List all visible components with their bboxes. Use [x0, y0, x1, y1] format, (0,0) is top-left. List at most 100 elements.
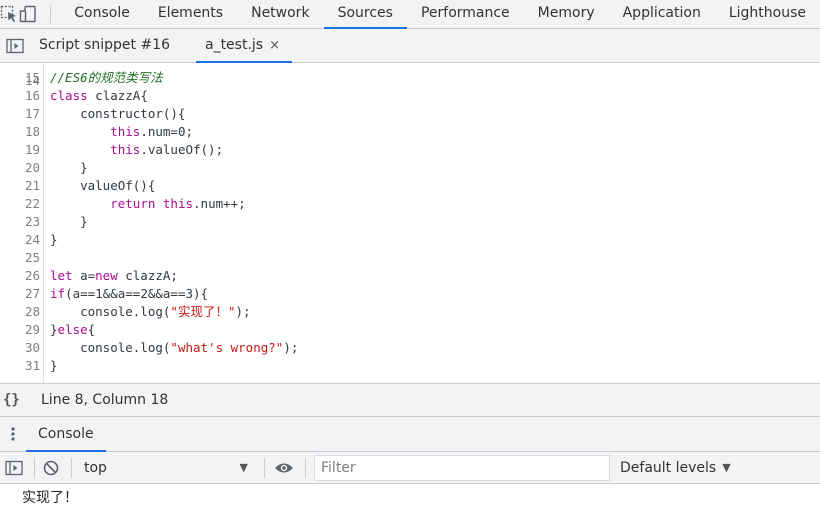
code-token: this — [110, 124, 141, 139]
code-line: 17 constructor(){ — [0, 105, 820, 123]
tab-console[interactable]: Console — [60, 0, 144, 28]
code-token: } — [50, 160, 88, 175]
tab-network[interactable]: Network — [237, 0, 323, 28]
cursor-position: Line 8, Column 18 — [41, 392, 169, 408]
code-text: console.log("实现了！"); — [50, 303, 250, 321]
live-expression-button[interactable] — [271, 456, 297, 480]
code-token: if — [50, 286, 66, 301]
code-text: } — [50, 159, 88, 177]
drawer-tab-console[interactable]: Console — [26, 417, 106, 452]
code-line: 27 if(a==1&&a==2&&a==3){ — [0, 285, 820, 303]
code-line: 23 } — [0, 213, 820, 231]
line-number[interactable]: 27 — [0, 285, 40, 303]
code-line: 20 } — [0, 159, 820, 177]
code-line: 31} — [0, 357, 820, 375]
navigator-toggle-button[interactable] — [0, 29, 30, 62]
tab-performance[interactable]: Performance — [407, 0, 524, 28]
line-number[interactable]: 21 — [0, 177, 40, 195]
tab-elements[interactable]: Elements — [144, 0, 237, 28]
code-token: ); — [283, 340, 299, 355]
line-number[interactable]: 26 — [0, 267, 40, 285]
inspect-element-button[interactable] — [0, 0, 19, 28]
code-token: a= — [72, 268, 96, 283]
editor-status-bar: {} Line 8, Column 18 — [0, 383, 820, 417]
code-text: //ES6的规范类写法 — [50, 69, 163, 87]
clear-icon — [43, 460, 59, 475]
code-text: valueOf(){ — [50, 177, 155, 195]
toolbar-divider — [71, 457, 72, 478]
line-number[interactable]: 23 — [0, 213, 40, 231]
context-selector[interactable]: top ▼ — [80, 456, 256, 480]
line-number[interactable]: 24 — [0, 231, 40, 249]
clear-console-button[interactable] — [39, 456, 63, 480]
sidebar-toggle-icon — [6, 38, 24, 53]
file-tab[interactable]: a_test.js × — [195, 29, 293, 63]
code-token: new — [95, 268, 118, 283]
code-text: } — [50, 231, 58, 249]
code-text: class clazzA{ — [50, 87, 148, 105]
close-tab-icon[interactable]: × — [269, 29, 280, 62]
code-text: this.num=0; — [50, 123, 193, 141]
code-text: constructor(){ — [50, 105, 185, 123]
line-number[interactable]: 29 — [0, 321, 40, 339]
line-number[interactable]: 18 — [0, 123, 40, 141]
toolbar-divider — [49, 5, 51, 23]
code-token: console.log( — [50, 340, 171, 355]
line-number[interactable]: 19 — [0, 141, 40, 159]
code-line: 18 this.num=0; — [0, 123, 820, 141]
device-toolbar-button[interactable] — [19, 0, 38, 28]
file-tab[interactable]: Script snippet #16 — [30, 29, 196, 62]
pretty-print-button[interactable]: {} — [3, 392, 31, 408]
drawer-tabbar: Console — [0, 417, 820, 452]
line-number[interactable]: 15 — [0, 69, 40, 87]
line-number[interactable]: 20 — [0, 159, 40, 177]
console-sidebar-toggle-button[interactable] — [2, 456, 26, 480]
code-line: 16 class clazzA{ — [0, 87, 820, 105]
line-number[interactable]: 22 — [0, 195, 40, 213]
code-text: let a=new clazzA; — [50, 267, 178, 285]
code-line: 26 let a=new clazzA; — [0, 267, 820, 285]
drawer-menu-button[interactable] — [0, 417, 26, 451]
code-token: { — [87, 322, 96, 337]
toolbar-divider — [264, 457, 265, 478]
code-token: let — [50, 268, 73, 283]
code-token: } — [50, 322, 58, 337]
code-text: } — [50, 213, 88, 231]
dropdown-arrow-icon: ▼ — [722, 461, 731, 474]
tab-memory[interactable]: Memory — [524, 0, 609, 28]
console-filter-input[interactable] — [314, 454, 610, 481]
devtools-tabbar: Console Elements Network Sources Performance… — [0, 0, 820, 29]
sources-file-tabbar: Script snippet #16 a_test.js × — [0, 29, 820, 63]
toolbar-divider — [34, 457, 35, 478]
file-tab-label: a_test.js — [204, 37, 264, 53]
line-number[interactable]: 30 — [0, 339, 40, 357]
line-number[interactable]: 17 — [0, 105, 40, 123]
code-token: //ES6的规范类写法 — [50, 70, 163, 85]
line-number[interactable]: 25 — [0, 249, 40, 267]
more-vertical-icon — [11, 427, 15, 441]
line-number[interactable]: 28 — [0, 303, 40, 321]
tab-application[interactable]: Application — [609, 0, 715, 28]
log-levels-dropdown[interactable]: Default levels ▼ — [620, 460, 731, 476]
code-text: this.valueOf(); — [50, 141, 223, 159]
code-text: return this.num++; — [50, 195, 245, 213]
code-editor[interactable]: 14 15//ES6的规范类写法 16 class clazzA{17 constr… — [0, 63, 820, 383]
code-token: .num=0; — [140, 124, 194, 139]
tab-lighthouse[interactable]: Lighthouse — [715, 0, 820, 28]
code-token: "实现了！" — [170, 304, 236, 319]
code-line: 22 return this.num++; — [0, 195, 820, 213]
panel-tabs: Console Elements Network Sources Performance… — [60, 0, 820, 29]
toolbar-divider — [305, 457, 306, 478]
code-token: valueOf(){ — [50, 178, 156, 193]
context-selector-value: top — [84, 459, 107, 476]
line-number[interactable]: 16 — [0, 87, 40, 105]
line-number[interactable]: 31 — [0, 357, 40, 375]
code-token: class — [50, 88, 88, 103]
tab-sources[interactable]: Sources — [323, 0, 408, 29]
code-token: constructor(){ — [50, 106, 186, 121]
eye-icon — [275, 463, 293, 472]
